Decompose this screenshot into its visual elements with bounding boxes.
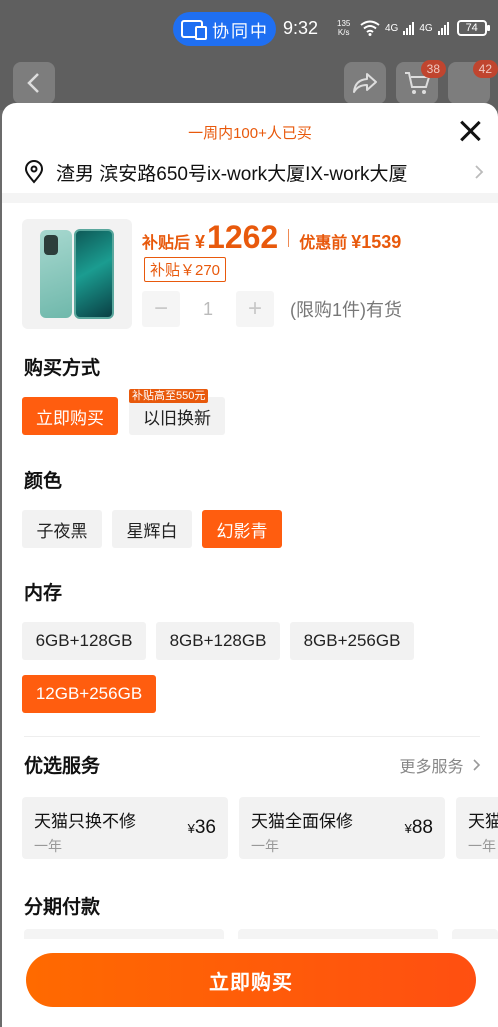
section-divider-thin: [24, 736, 480, 737]
service-card-partial[interactable]: 天猫 一年: [456, 797, 498, 859]
sheet-header: 一周内100+人已买 渣男 滨安路650号ix-work大厦IX-work大厦: [2, 103, 498, 193]
more-services-label: 更多服务: [399, 759, 464, 776]
cart-badge: 38: [420, 60, 446, 78]
currency-symbol: ¥: [195, 232, 206, 252]
service-currency: ¥: [187, 821, 195, 836]
original-price-label: 优惠前: [299, 235, 348, 252]
color-option-midnight-black[interactable]: 子夜黑: [22, 510, 102, 548]
original-price: ¥1539: [351, 232, 402, 252]
more-button[interactable]: 42: [448, 60, 498, 104]
sku-selection-sheet: 一周内100+人已买 渣男 滨安路650号ix-work大厦IX-work大厦 …: [2, 103, 498, 1027]
subsidy-badge: 补贴￥270: [144, 257, 227, 282]
signal-4g-label-2: 4G: [419, 22, 433, 34]
wifi-icon: [360, 20, 380, 36]
services-title: 优选服务: [24, 756, 101, 777]
trade-in-subsidy-badge: 补贴高至550元: [129, 389, 209, 403]
more-services-link[interactable]: 更多服务: [400, 753, 482, 777]
collaboration-pill[interactable]: 协同中: [173, 12, 276, 46]
price-line: 补贴后 ¥ 1262 优惠前 ¥1539: [142, 219, 401, 256]
service-term: 一年: [34, 838, 62, 854]
back-button[interactable]: [13, 62, 55, 104]
status-icons: 4G 4G 74: [360, 20, 490, 36]
location-pin-icon: [24, 160, 44, 184]
share-icon: [353, 73, 377, 93]
service-card[interactable]: 天猫只换不修 一年 ¥36: [22, 797, 228, 859]
service-term: 一年: [251, 838, 279, 854]
chevron-right-icon: [475, 165, 484, 179]
share-button[interactable]: [344, 62, 386, 104]
subsidized-price-label: 补贴后: [142, 235, 191, 252]
color-option-star-white[interactable]: 星辉白: [112, 510, 192, 548]
address-row[interactable]: 渣男 滨安路650号ix-work大厦IX-work大厦: [24, 155, 484, 189]
more-badge: 42: [472, 60, 498, 78]
section-divider: [2, 193, 498, 203]
decrement-button[interactable]: −: [142, 291, 180, 327]
chevron-right-icon: [473, 759, 481, 771]
subsidized-price: 1262: [207, 219, 279, 255]
sales-promo-text: 一周内100+人已买: [188, 125, 312, 142]
purchase-method-title: 购买方式: [24, 358, 101, 379]
address-text: 渣男 滨安路650号ix-work大厦IX-work大厦: [56, 163, 408, 185]
product-summary: 补贴后 ¥ 1262 优惠前 ¥1539 补贴￥270 − 1 + (限购1件)…: [22, 219, 482, 329]
quantity-value[interactable]: 1: [180, 299, 236, 320]
price-separator: [288, 228, 290, 247]
service-term: 一年: [468, 838, 496, 854]
multi-screen-icon: [181, 20, 207, 40]
battery-icon: 74: [456, 20, 490, 36]
status-bar: 协同中 9:32 135 K/s 4G 4G 74: [0, 0, 498, 56]
memory-option-8-256[interactable]: 8GB+256GB: [290, 622, 414, 660]
installment-title: 分期付款: [24, 897, 101, 918]
quantity-stepper: − 1 + (限购1件)有货: [142, 291, 402, 327]
service-price: ¥88: [405, 817, 433, 839]
option-trade-in[interactable]: 以旧换新 补贴高至550元: [129, 389, 225, 435]
chevron-left-icon: [27, 73, 39, 93]
signal-bars-icon-2: [437, 21, 449, 35]
network-speed-value: 135: [337, 19, 351, 28]
phone-back-image: [40, 230, 72, 318]
collaboration-label: 协同中: [212, 21, 269, 41]
purchase-limit-text: (限购1件)有货: [290, 300, 402, 320]
service-price-value: 36: [194, 817, 216, 838]
service-currency: ¥: [404, 821, 412, 836]
network-speed-unit: K/s: [337, 28, 350, 37]
service-card[interactable]: 天猫全面保修 一年 ¥88: [239, 797, 445, 859]
close-icon[interactable]: [456, 117, 484, 145]
service-name: 天猫: [468, 812, 498, 831]
increment-button[interactable]: +: [236, 291, 274, 327]
product-image[interactable]: [22, 219, 132, 329]
service-price-value: 88: [411, 817, 433, 838]
clock: 9:32: [283, 18, 319, 38]
trade-in-label: 以旧换新: [143, 408, 211, 428]
option-buy-now[interactable]: 立即购买: [22, 397, 118, 435]
signal-bars-icon: [403, 21, 415, 35]
signal-4g-label: 4G: [385, 22, 399, 34]
buy-now-button[interactable]: 立即购买: [26, 953, 476, 1007]
cart-button[interactable]: 38: [396, 60, 446, 104]
phone-front-image: [74, 229, 114, 319]
network-speed: 135 K/s: [337, 19, 350, 37]
memory-title: 内存: [24, 583, 63, 604]
service-price: ¥36: [188, 817, 216, 839]
memory-option-6-128[interactable]: 6GB+128GB: [22, 622, 146, 660]
color-option-phantom-cyan[interactable]: 幻影青: [202, 510, 282, 548]
memory-option-8-128[interactable]: 8GB+128GB: [156, 622, 280, 660]
color-title: 颜色: [24, 471, 63, 492]
bottom-action-bar: 立即购买: [2, 939, 498, 1027]
memory-option-12-256[interactable]: 12GB+256GB: [22, 675, 156, 713]
